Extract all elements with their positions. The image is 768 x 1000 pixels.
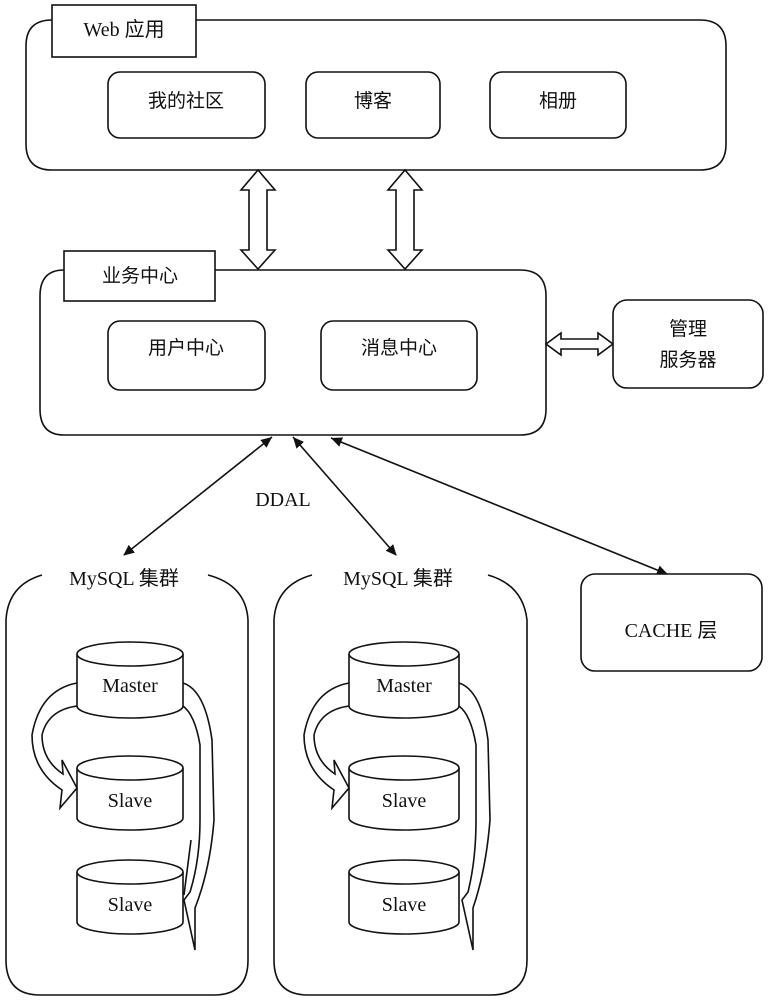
module-my-community-label: 我的社区 — [148, 90, 224, 112]
web-app-container: Web 应用 我的社区 博客 相册 — [25, 4, 727, 171]
business-center-title: 业务中心 — [102, 265, 178, 287]
mysql-cluster-2: MySQL 集群 Master Slave Slave — [273, 567, 528, 996]
master-db[interactable]: Master — [76, 641, 184, 719]
management-server[interactable]: 管理 服务器 — [612, 299, 764, 389]
master-db-label: Master — [376, 675, 432, 697]
replication-arrow-icon — [182, 682, 215, 951]
mysql-cluster-1: MySQL 集群 Master Slave Slave — [5, 567, 249, 996]
module-message-center-label: 消息中心 — [361, 337, 437, 359]
mysql-cluster-title: MySQL 集群 — [343, 567, 453, 590]
double-arrow-icon — [239, 168, 277, 271]
slave-db[interactable]: Slave — [76, 755, 184, 831]
ddal-arrow-cluster-1 — [123, 436, 273, 556]
slave-db-label: Slave — [382, 790, 427, 812]
slave-db[interactable]: Slave — [76, 859, 184, 935]
replication-arrow-icon — [31, 682, 78, 811]
module-album-label: 相册 — [539, 90, 577, 112]
slave-db[interactable]: Slave — [348, 859, 460, 935]
module-user-center-label: 用户中心 — [148, 337, 224, 359]
ddal-label: DDAL — [255, 489, 311, 511]
mysql-cluster-title: MySQL 集群 — [69, 567, 179, 590]
slave-db-label: Slave — [108, 790, 153, 812]
slave-db[interactable]: Slave — [348, 755, 460, 831]
web-app-title: Web 应用 — [83, 18, 164, 41]
cache-layer[interactable]: CACHE 层 — [580, 573, 763, 672]
slave-db-label: Slave — [108, 894, 153, 916]
master-db-label: Master — [102, 675, 158, 697]
master-db[interactable]: Master — [348, 641, 460, 719]
cache-arrow — [330, 437, 668, 575]
management-server-box[interactable] — [612, 299, 764, 389]
architecture-diagram: Web 应用 我的社区 博客 相册 业务中心 用户中心 消息中心 管理 服务器 … — [5, 4, 764, 996]
replication-arrow-icon — [458, 682, 491, 951]
replication-arrow-icon — [303, 682, 350, 811]
slave-db-label: Slave — [382, 894, 427, 916]
management-server-line1: 管理 — [669, 318, 707, 340]
cache-layer-label: CACHE 层 — [625, 620, 718, 642]
double-arrow-icon — [544, 331, 615, 357]
business-center-container: 业务中心 用户中心 消息中心 — [39, 250, 547, 436]
module-blog-label: 博客 — [354, 90, 392, 112]
double-arrow-icon — [386, 168, 424, 271]
management-server-line2: 服务器 — [659, 349, 716, 371]
